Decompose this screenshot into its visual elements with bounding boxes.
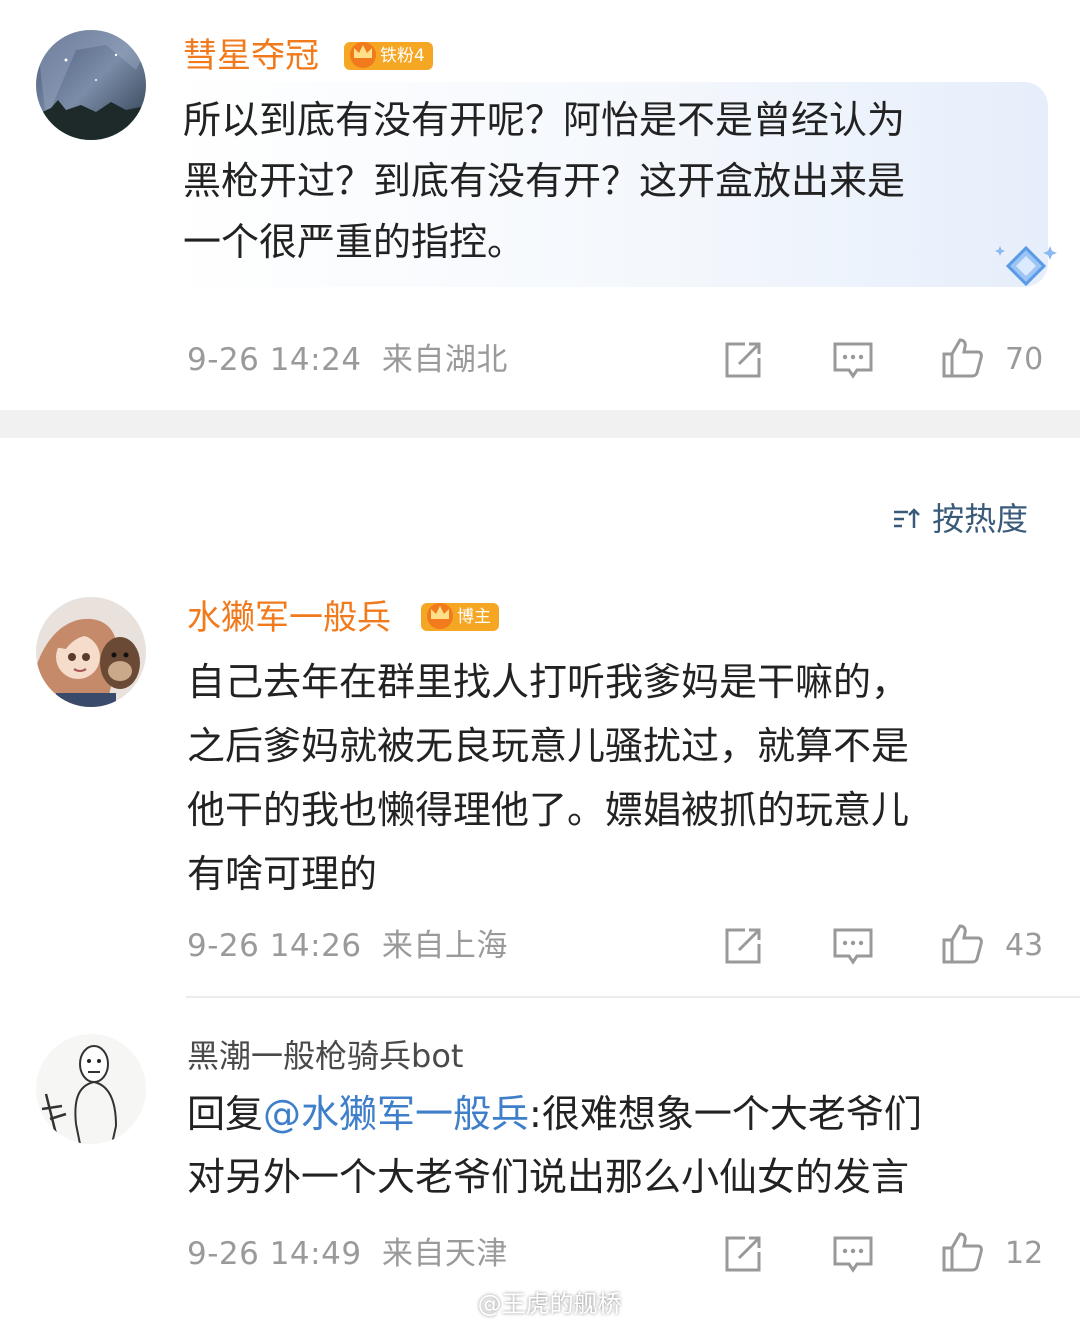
crown-icon [427, 603, 453, 629]
comment-meta: 9-26 14:49 来自天津 [187, 1234, 508, 1274]
comment-text: 所以到底有没有开呢？阿怡是不是曾经认为 黑枪开过？到底有没有开？这开盒放出来是 … [183, 90, 1043, 273]
comment-meta: 9-26 14:24 来自湖北 [187, 340, 508, 380]
like-count: 12 [1005, 1236, 1044, 1271]
reply-separator: : [529, 1092, 542, 1136]
avatar[interactable] [36, 597, 146, 707]
mention-link[interactable]: @水獭军一般兵 [263, 1092, 529, 1136]
badge-label: 铁粉4 [380, 46, 425, 66]
username[interactable]: 黑潮一般枪骑兵bot [187, 1036, 463, 1076]
like-icon[interactable] [940, 1230, 984, 1274]
comment-date: 9-26 14:26 [187, 928, 362, 964]
comment-location: 来自上海 [381, 928, 508, 964]
comment-line: 自己去年在群里找人打听我爹妈是干嘛的， [187, 660, 910, 704]
section-divider [0, 410, 1080, 438]
like-count: 43 [1005, 928, 1044, 963]
comment-line: 他干的我也懒得理他了。嫖娼被抓的玩意儿 [187, 788, 910, 832]
comment-date: 9-26 14:24 [187, 342, 362, 378]
sort-icon [894, 508, 920, 528]
comment-line: 回复@水獭军一般兵:很难想象一个大老爷们 [187, 1083, 1067, 1146]
comment-line: 对另外一个大老爷们说出那么小仙女的发言 [187, 1155, 910, 1199]
comment-location: 来自天津 [381, 1236, 508, 1272]
comment-date: 9-26 14:49 [187, 1236, 362, 1272]
reply-prefix: 回复 [187, 1092, 264, 1136]
avatar-sketch [36, 1034, 146, 1144]
comment-meta: 9-26 14:26 来自上海 [187, 926, 508, 966]
diamond-icon [995, 245, 1057, 287]
author-badge: 博主 [421, 603, 499, 631]
watermark-text: @王虎的舰桥 [477, 1290, 622, 1318]
comment-line: 一个很严重的指控。 [183, 220, 526, 264]
sort-label: 按热度 [932, 500, 1029, 538]
like-count: 70 [1005, 342, 1044, 377]
username[interactable]: 彗星夺冠 [183, 36, 319, 76]
comment-icon[interactable] [831, 338, 875, 382]
like-icon[interactable] [940, 336, 984, 380]
comment-line: 有啥可理的 [187, 852, 378, 896]
share-icon[interactable] [721, 1232, 765, 1276]
reply-text: 很难想象一个大老爷们 [541, 1092, 922, 1136]
weibo-logo-icon [436, 1292, 468, 1318]
comment-icon[interactable] [831, 924, 875, 968]
avatar[interactable] [36, 1034, 146, 1144]
like-icon[interactable] [940, 922, 984, 966]
comment-line: 之后爹妈就被无良玩意儿骚扰过，就算不是 [187, 724, 910, 768]
comment-text: 自己去年在群里找人打听我爹妈是干嘛的， 之后爹妈就被无良玩意儿骚扰过，就算不是 … [187, 650, 1057, 906]
username[interactable]: 水獭军一般兵 [187, 598, 391, 638]
comment-icon[interactable] [831, 1232, 875, 1276]
comment-line: 黑枪开过？到底有没有开？这开盒放出来是 [183, 159, 906, 203]
comment-line: 所以到底有没有开呢？阿怡是不是曾经认为 [183, 98, 906, 142]
share-icon[interactable] [721, 924, 765, 968]
sort-button[interactable]: 按热度 [892, 494, 1028, 540]
avatar-anime [36, 597, 146, 707]
comment-text: 回复@水獭军一般兵:很难想象一个大老爷们 对另外一个大老爷们说出那么小仙女的发言 [187, 1083, 1067, 1209]
avatar-starry-sky [36, 30, 146, 140]
crown-icon [350, 42, 376, 68]
fan-badge: 铁粉4 [344, 42, 433, 70]
share-icon[interactable] [721, 338, 765, 382]
watermark: @王虎的舰桥 [436, 1284, 622, 1319]
thread-divider [186, 996, 1080, 998]
comment-location: 来自湖北 [381, 342, 508, 378]
avatar[interactable] [36, 30, 146, 140]
badge-label: 博主 [457, 607, 491, 627]
